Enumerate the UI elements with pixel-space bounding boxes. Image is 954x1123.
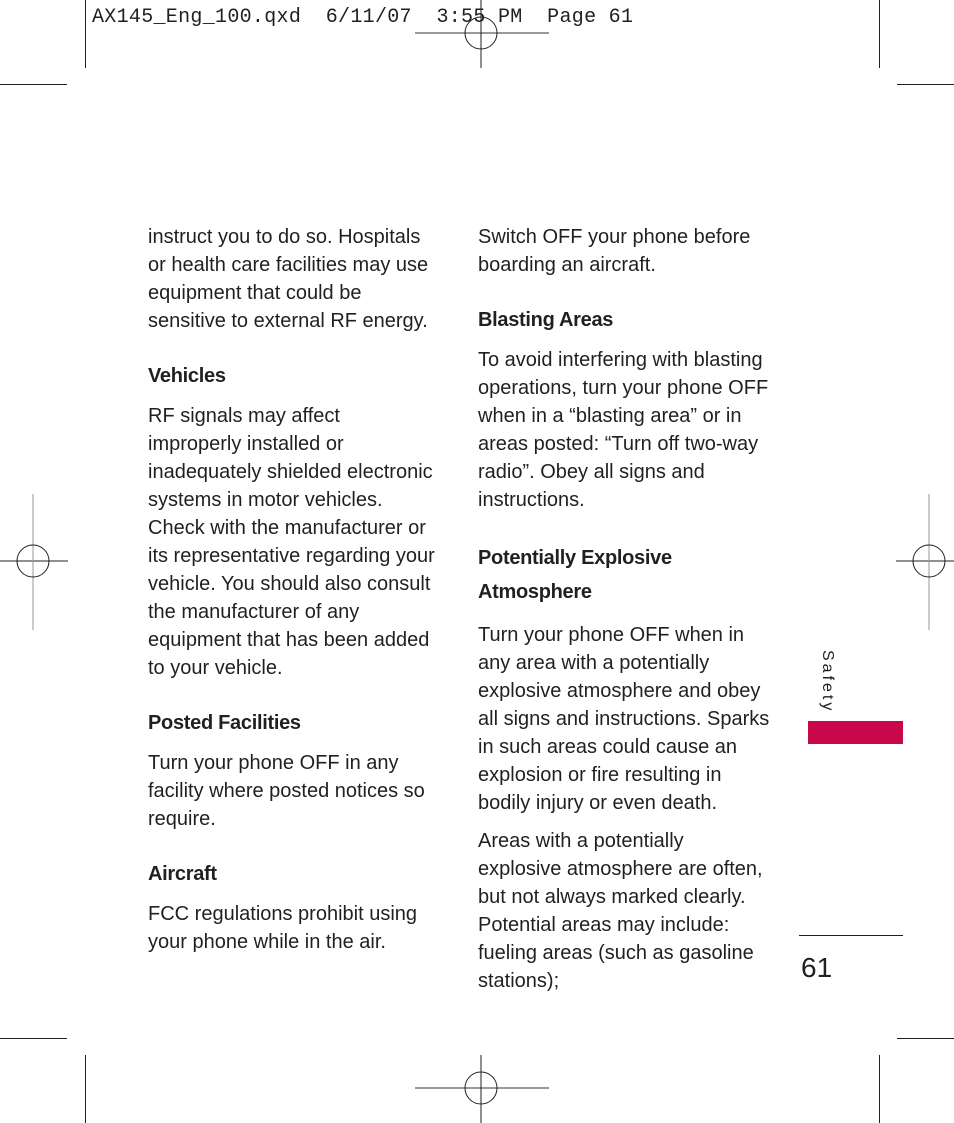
registration-mark-left [0, 494, 68, 630]
registration-mark-top [415, 0, 549, 68]
section-heading: Blasting Areas [478, 309, 614, 331]
registration-mark-bottom [415, 1055, 549, 1123]
left-column: instruct you to do so. Hospitals or heal… [148, 223, 438, 983]
section-heading: Posted Facilities [148, 712, 301, 734]
section-heading: Vehicles [148, 365, 226, 387]
crop-mark [897, 1038, 954, 1039]
paragraph: FCC regulations prohibit using your phon… [148, 903, 418, 953]
paragraph: To avoid interfering with blasting opera… [478, 349, 769, 511]
crop-mark [0, 1038, 67, 1039]
page-number: 61 [801, 952, 833, 983]
section-tab-label: Safety [819, 650, 836, 714]
crop-mark [85, 1055, 86, 1123]
section-heading: Aircraft [148, 863, 217, 885]
crop-mark [0, 84, 67, 85]
paragraph: instruct you to do so. Hospitals or heal… [148, 226, 429, 332]
section-heading: Potentially Explosive Atmosphere [478, 547, 672, 603]
section-tab-bar [808, 721, 903, 744]
paragraph: Turn your phone OFF when in any area wit… [478, 624, 770, 814]
paragraph: Switch OFF your phone before boarding an… [478, 226, 751, 276]
crop-mark [85, 0, 86, 68]
paragraph: Turn your phone OFF in any facility wher… [148, 752, 425, 830]
crop-mark [897, 84, 954, 85]
paragraph: Areas with a potentially explosive atmos… [478, 830, 763, 992]
registration-mark-right [896, 494, 954, 630]
crop-mark [879, 1055, 880, 1123]
right-column: Switch OFF your phone before boarding an… [478, 223, 770, 1022]
crop-mark [879, 0, 880, 68]
paragraph: RF signals may affect improperly install… [148, 405, 435, 679]
page-number-rule [799, 935, 903, 936]
print-slug-line: AX145_Eng_100.qxd 6/11/07 3:55 PM Page 6… [92, 6, 634, 29]
